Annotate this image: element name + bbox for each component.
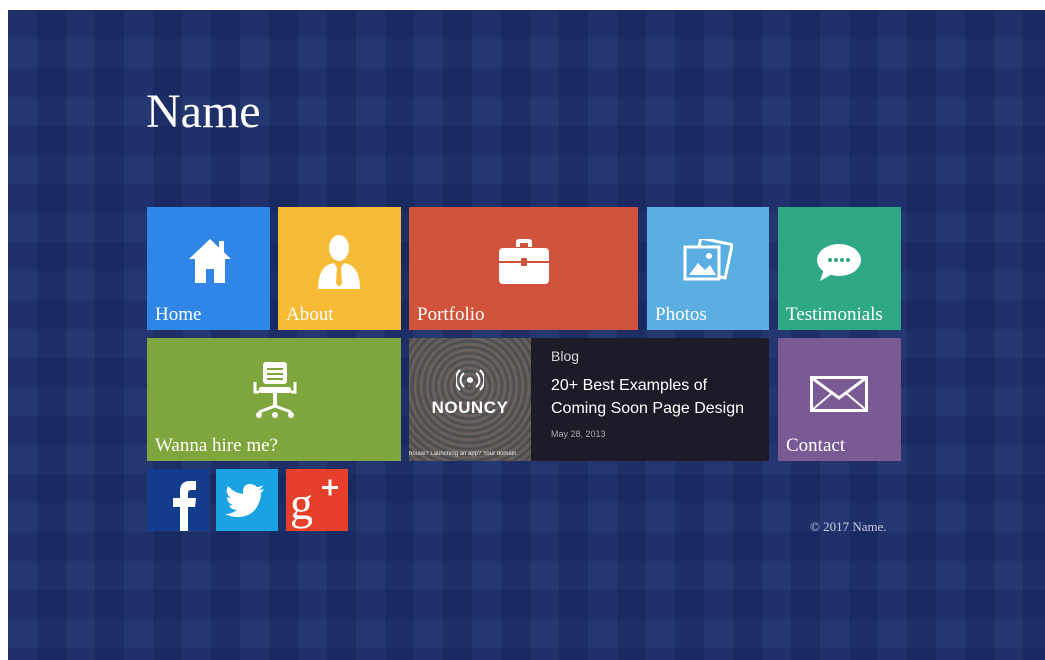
tile-blog[interactable]: NOUNCY house? Launching an app? Your dom… — [409, 338, 769, 461]
tile-portfolio-label: Portfolio — [417, 304, 485, 325]
blog-category: Blog — [551, 348, 580, 364]
photos-icon — [683, 236, 734, 288]
blog-date: May 28, 2013 — [551, 429, 606, 439]
tile-hire-me[interactable]: Wanna hire me? — [147, 338, 401, 461]
blog-summary: Blog 20+ Best Examples of Coming Soon Pa… — [551, 348, 761, 439]
chat-bubble-icon — [816, 243, 862, 288]
envelope-icon — [810, 376, 868, 417]
tile-photos-label: Photos — [655, 304, 707, 325]
copyright-text: © 2017 Name. — [810, 519, 887, 534]
blog-title[interactable]: 20+ Best Examples of Coming Soon Page De… — [551, 374, 761, 420]
tile-photos[interactable]: Photos — [647, 207, 769, 330]
house-icon — [189, 237, 231, 290]
tile-testimonials-label: Testimonials — [786, 304, 883, 325]
twitter-button[interactable] — [216, 469, 278, 531]
tile-contact[interactable]: Contact — [778, 338, 901, 461]
tile-hire-me-label: Wanna hire me? — [155, 435, 278, 456]
tile-portfolio[interactable]: Portfolio — [409, 207, 638, 330]
google-plus-button[interactable]: g — [286, 469, 348, 531]
tile-testimonials[interactable]: Testimonials — [778, 207, 901, 330]
facebook-button[interactable] — [147, 469, 209, 531]
broadcast-icon — [454, 368, 486, 397]
person-icon — [316, 233, 362, 294]
site-title: Name — [146, 85, 261, 138]
facebook-icon — [147, 481, 209, 531]
tile-home[interactable]: Home — [147, 207, 270, 330]
tile-contact-label: Contact — [786, 435, 846, 456]
blog-thumb-brand: NOUNCY — [431, 398, 509, 417]
tile-about-label: About — [286, 304, 334, 325]
tile-home-label: Home — [155, 304, 202, 325]
briefcase-icon — [499, 239, 549, 290]
svg-text:g: g — [290, 478, 313, 529]
office-chair-icon — [253, 360, 297, 425]
twitter-icon — [216, 484, 278, 531]
tile-about[interactable]: About — [278, 207, 401, 330]
blog-thumbnail: NOUNCY house? Launching an app? Your dom… — [409, 338, 531, 461]
blog-thumb-caption: house? Launching an app? Your domain — [409, 451, 517, 457]
google-plus-icon: g — [286, 478, 348, 531]
